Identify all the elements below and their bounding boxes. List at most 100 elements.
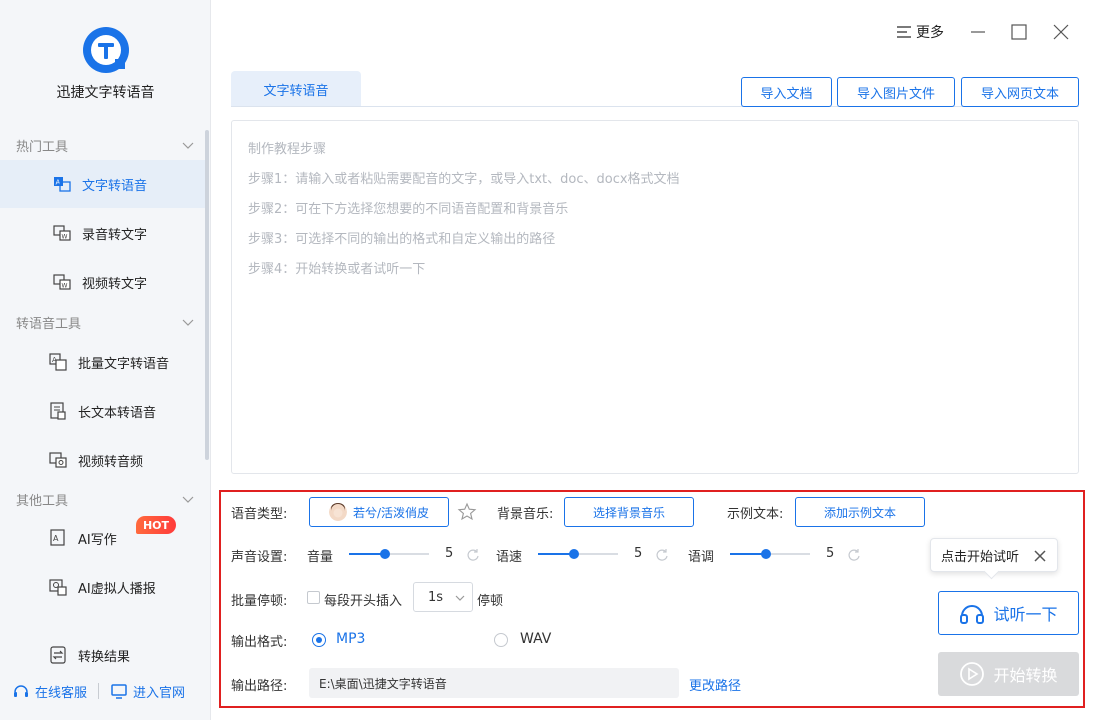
official-site-link[interactable]: 进入官网	[110, 682, 185, 701]
menu-icon	[897, 26, 911, 38]
preview-button[interactable]: 试听一下	[938, 591, 1079, 635]
add-sample-text-button[interactable]: 添加示例文本	[795, 497, 925, 527]
sidebar-item-batch-text-to-speech[interactable]: A 批量文字转语音	[0, 338, 206, 386]
start-label: 开始转换	[993, 666, 1058, 685]
monitor-icon	[111, 684, 127, 699]
placeholder-line: 步骤3：可选择不同的输出的格式和自定义输出的路径	[248, 232, 556, 247]
preview-label: 试听一下	[993, 605, 1058, 624]
output-path-label: 输出路径:	[231, 679, 288, 694]
reset-icon[interactable]	[655, 548, 669, 562]
sidebar-scrollbar[interactable]	[205, 130, 209, 460]
tooltip-text: 点击开始试听	[941, 549, 1020, 565]
category-other-tools[interactable]: 其他工具	[16, 488, 196, 510]
category-hot-tools[interactable]: 热门工具	[16, 134, 196, 156]
import-image-button[interactable]: 导入图片文件	[837, 77, 955, 107]
category-label: 热门工具	[16, 139, 69, 155]
volume-label: 音量	[307, 550, 334, 565]
sidebar-item-label: 录音转文字	[82, 227, 148, 243]
hot-badge: HOT	[136, 516, 176, 534]
text-input-area[interactable]: 制作教程步骤 步骤1：请输入或者粘贴需要配音的文字，或导入txt、doc、doc…	[231, 120, 1079, 474]
tab-text-to-speech[interactable]: 文字转语音	[231, 71, 361, 107]
sidebar-item-label: AI写作	[78, 532, 117, 548]
speed-slider[interactable]	[538, 547, 618, 561]
sidebar-item-video-to-audio[interactable]: 视频转音频	[0, 436, 206, 484]
pause-suffix: 停顿	[477, 594, 504, 609]
official-site-label: 进入官网	[133, 685, 186, 701]
chevron-down-icon	[182, 496, 194, 503]
close-icon[interactable]	[1033, 549, 1047, 563]
voice-select-button[interactable]: 若兮/活泼俏皮	[309, 497, 449, 527]
reset-icon[interactable]	[466, 548, 480, 562]
reset-icon[interactable]	[847, 548, 861, 562]
text-to-speech-icon: A	[54, 177, 71, 192]
select-bg-music-button[interactable]: 选择背景音乐	[564, 497, 694, 527]
sidebar-item-label: 批量文字转语音	[78, 356, 170, 372]
minimize-icon[interactable]	[968, 22, 988, 42]
category-speech-tools[interactable]: 转语音工具	[16, 311, 196, 333]
headset-icon	[14, 685, 28, 697]
output-path-field[interactable]: E:\桌面\迅捷文字转语音	[309, 668, 679, 698]
slider-thumb[interactable]	[380, 549, 390, 559]
format-mp3-label: MP3	[336, 631, 366, 647]
sidebar-item-label: 视频转文字	[82, 276, 148, 292]
voice-type-label: 语音类型:	[231, 507, 288, 522]
headphones-icon	[960, 605, 985, 624]
placeholder-line: 步骤2：可在下方选择您想要的不同语音配置和背景音乐	[248, 202, 569, 217]
import-webpage-button[interactable]: 导入网页文本	[961, 77, 1079, 107]
volume-slider[interactable]	[349, 547, 429, 561]
speed-label: 语速	[496, 550, 523, 565]
avatar	[328, 503, 347, 521]
ai-writing-icon: A	[50, 529, 65, 546]
pitch-value: 5	[826, 546, 835, 561]
sidebar: 迅捷文字转语音 热门工具 A 文字转语音 W 录音转文字 W 视频转文字 转语音…	[0, 0, 211, 720]
more-menu-button[interactable]: 更多	[896, 22, 944, 42]
chevron-down-icon	[182, 319, 194, 326]
format-label: 输出格式:	[231, 635, 288, 650]
sidebar-item-ai-avatar[interactable]: AI虚拟人播报	[0, 563, 206, 611]
results-icon	[50, 646, 66, 664]
output-path-value: E:\桌面\迅捷文字转语音	[319, 676, 447, 691]
placeholder-line: 步骤1：请输入或者粘贴需要配音的文字，或导入txt、doc、docx格式文档	[248, 172, 680, 187]
slider-thumb[interactable]	[569, 549, 579, 559]
video-to-audio-icon	[49, 452, 67, 468]
star-icon[interactable]	[457, 502, 477, 522]
placeholder-line: 步骤4：开始转换或者试听一下	[248, 262, 426, 277]
sidebar-item-label: 视频转音频	[78, 454, 144, 470]
slider-thumb[interactable]	[761, 549, 771, 559]
sample-text-label: 示例文本:	[727, 507, 784, 522]
import-document-button[interactable]: 导入文档	[741, 77, 832, 107]
online-service-label: 在线客服	[35, 685, 88, 701]
pause-duration-select[interactable]: 1s	[413, 582, 473, 612]
category-label: 转语音工具	[16, 316, 82, 332]
voice-value: 若兮/活泼俏皮	[352, 505, 430, 520]
app-name: 迅捷文字转语音	[56, 85, 155, 101]
more-label: 更多	[916, 25, 944, 41]
sidebar-item-audio-to-text[interactable]: W 录音转文字	[0, 209, 206, 257]
sidebar-item-label: 文字转语音	[82, 178, 148, 194]
sidebar-item-label: 转换结果	[78, 649, 131, 665]
sidebar-item-video-to-text[interactable]: W 视频转文字	[0, 258, 206, 306]
sidebar-item-long-text-to-speech[interactable]: 长文本转语音	[0, 387, 206, 435]
svg-text:A: A	[53, 534, 59, 543]
pitch-slider[interactable]	[730, 547, 810, 561]
chevron-down-icon	[182, 142, 194, 149]
format-wav-radio[interactable]	[494, 633, 508, 647]
close-icon[interactable]	[1051, 22, 1071, 42]
sidebar-item-label: 长文本转语音	[78, 405, 157, 421]
format-mp3-radio[interactable]	[312, 633, 326, 647]
insert-label: 每段开头插入	[324, 594, 403, 609]
svg-text:W: W	[62, 234, 68, 241]
insert-pause-checkbox[interactable]	[307, 591, 320, 604]
online-service-link[interactable]: 在线客服	[12, 682, 87, 701]
sound-settings-label: 声音设置:	[231, 550, 288, 565]
sidebar-item-results[interactable]: 转换结果	[0, 631, 206, 679]
change-path-link[interactable]: 更改路径	[689, 675, 741, 694]
ai-avatar-icon	[49, 579, 67, 596]
batch-pause-label: 批量停顿:	[231, 594, 288, 609]
sidebar-item-text-to-speech[interactable]: A 文字转语音	[0, 160, 206, 208]
video-to-text-icon: W	[53, 274, 71, 290]
maximize-icon[interactable]	[1009, 22, 1029, 42]
volume-value: 5	[445, 546, 454, 561]
start-convert-button[interactable]: 开始转换	[938, 652, 1079, 696]
bg-music-label: 背景音乐:	[497, 507, 554, 522]
